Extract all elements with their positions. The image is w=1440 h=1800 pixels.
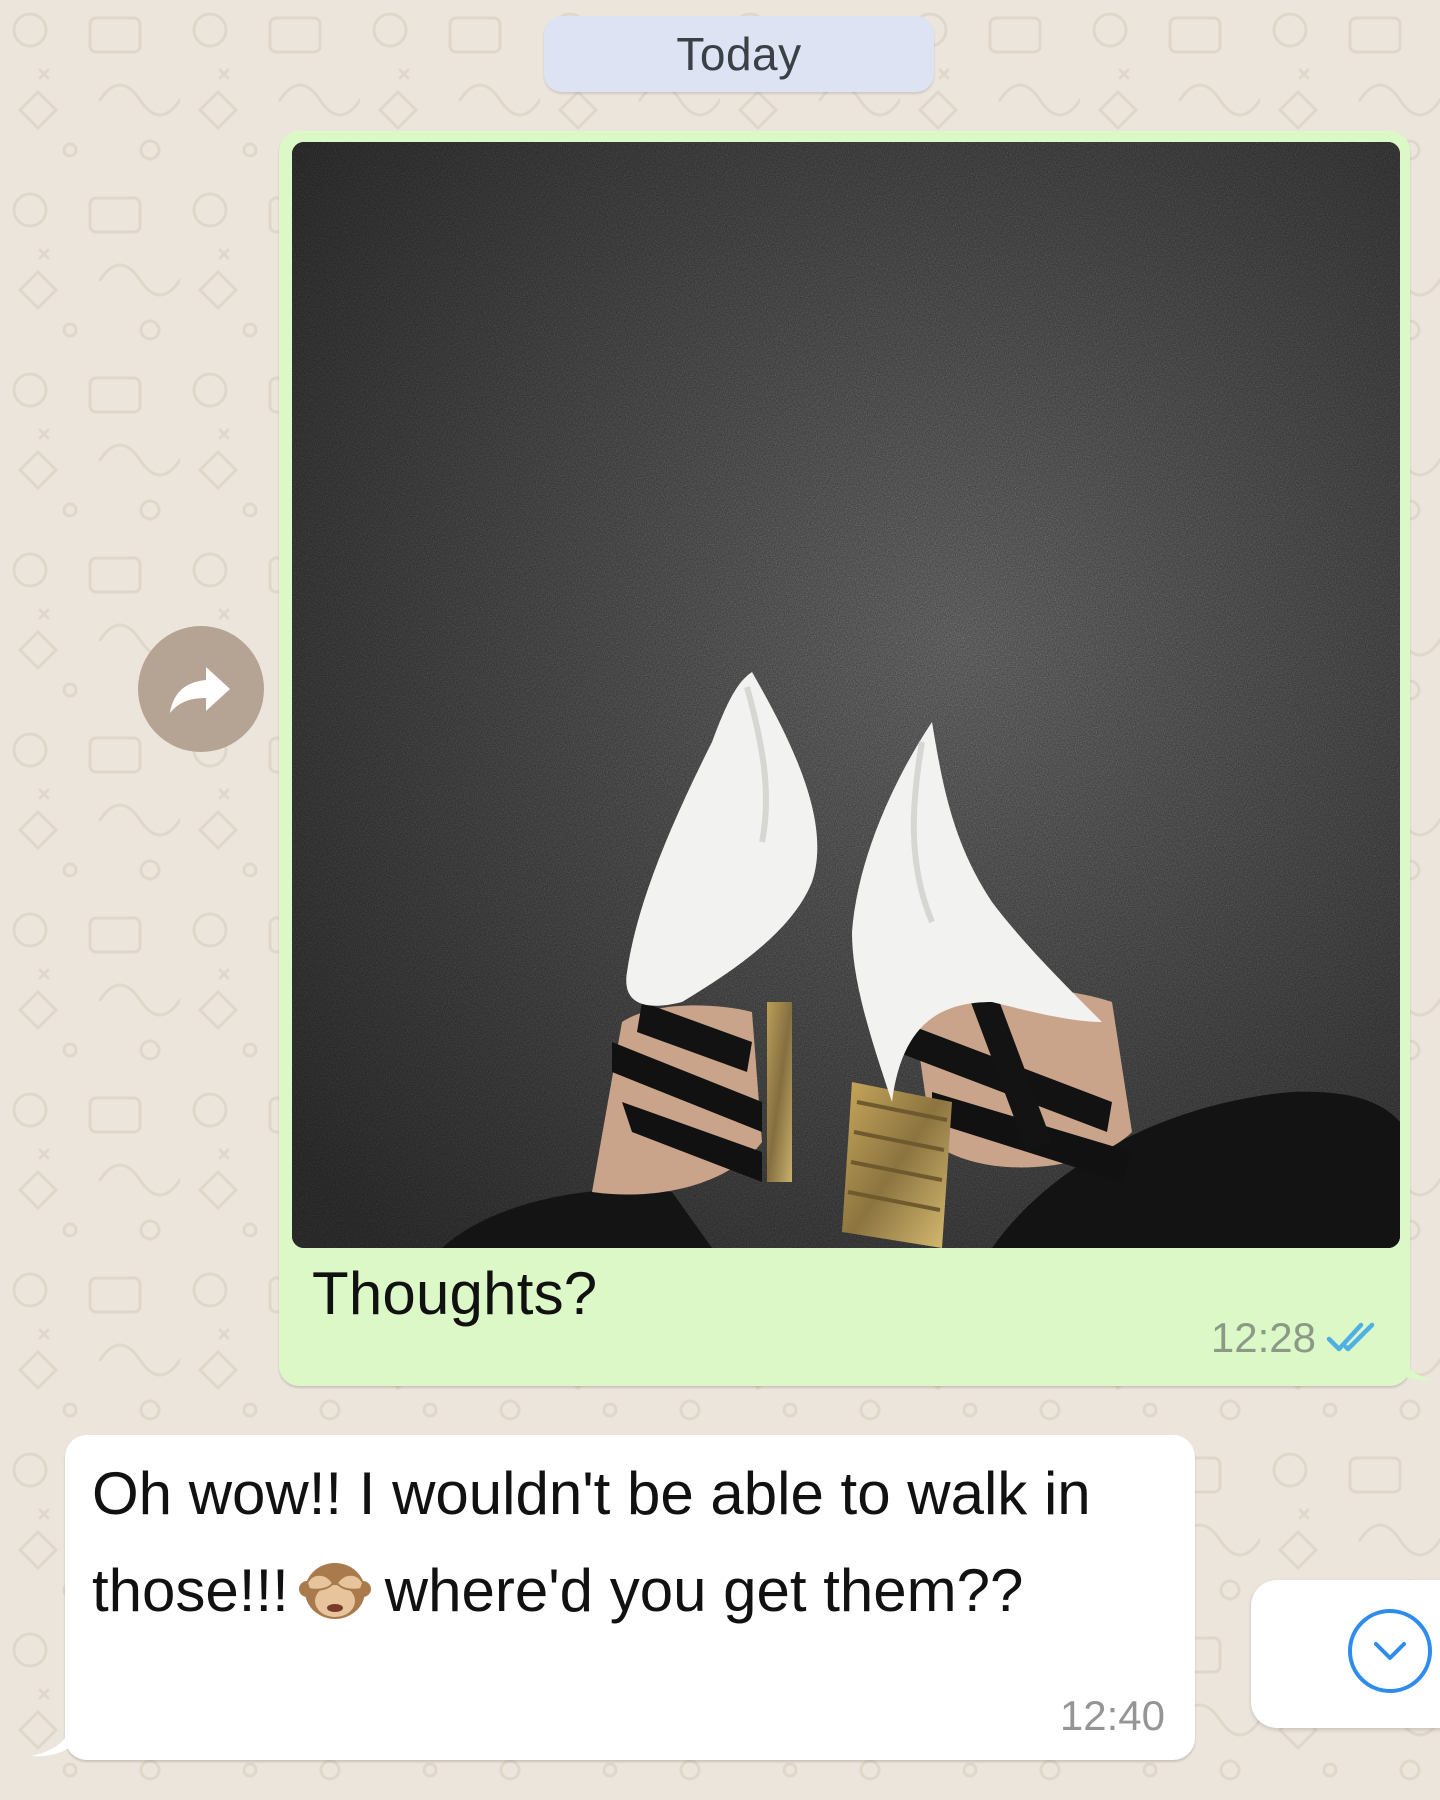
incoming-message-text: Oh wow!! I wouldn't be able to walk in t… xyxy=(92,1445,1172,1639)
incoming-text-part2: where'd you get them?? xyxy=(384,1557,1024,1624)
message-photo[interactable] xyxy=(292,142,1400,1248)
incoming-message[interactable]: Oh wow!! I wouldn't be able to walk in t… xyxy=(31,1435,1195,1760)
outgoing-photo-message[interactable]: Thoughts? 12:28 xyxy=(279,131,1434,1386)
forward-button[interactable] xyxy=(138,626,264,752)
date-separator-label: Today xyxy=(676,28,802,80)
date-separator: Today xyxy=(544,16,934,92)
outgoing-timestamp: 12:28 xyxy=(1210,1314,1316,1361)
photo-content xyxy=(292,142,1400,1248)
scroll-circle xyxy=(1348,1609,1432,1693)
double-check-read-icon xyxy=(1326,1322,1375,1352)
forward-arrow-icon xyxy=(170,667,230,713)
scroll-to-bottom-button[interactable] xyxy=(1251,1580,1440,1728)
bubble-tail xyxy=(31,1714,75,1757)
bubble-tail xyxy=(1396,1342,1434,1381)
chevron-down-icon xyxy=(1374,1642,1406,1660)
outgoing-message-text: Thoughts? xyxy=(312,1260,598,1327)
see-no-evil-monkey-emoji xyxy=(298,1563,371,1619)
incoming-timestamp: 12:40 xyxy=(1059,1692,1165,1739)
outgoing-message-meta: 12:28 xyxy=(1211,1314,1380,1362)
